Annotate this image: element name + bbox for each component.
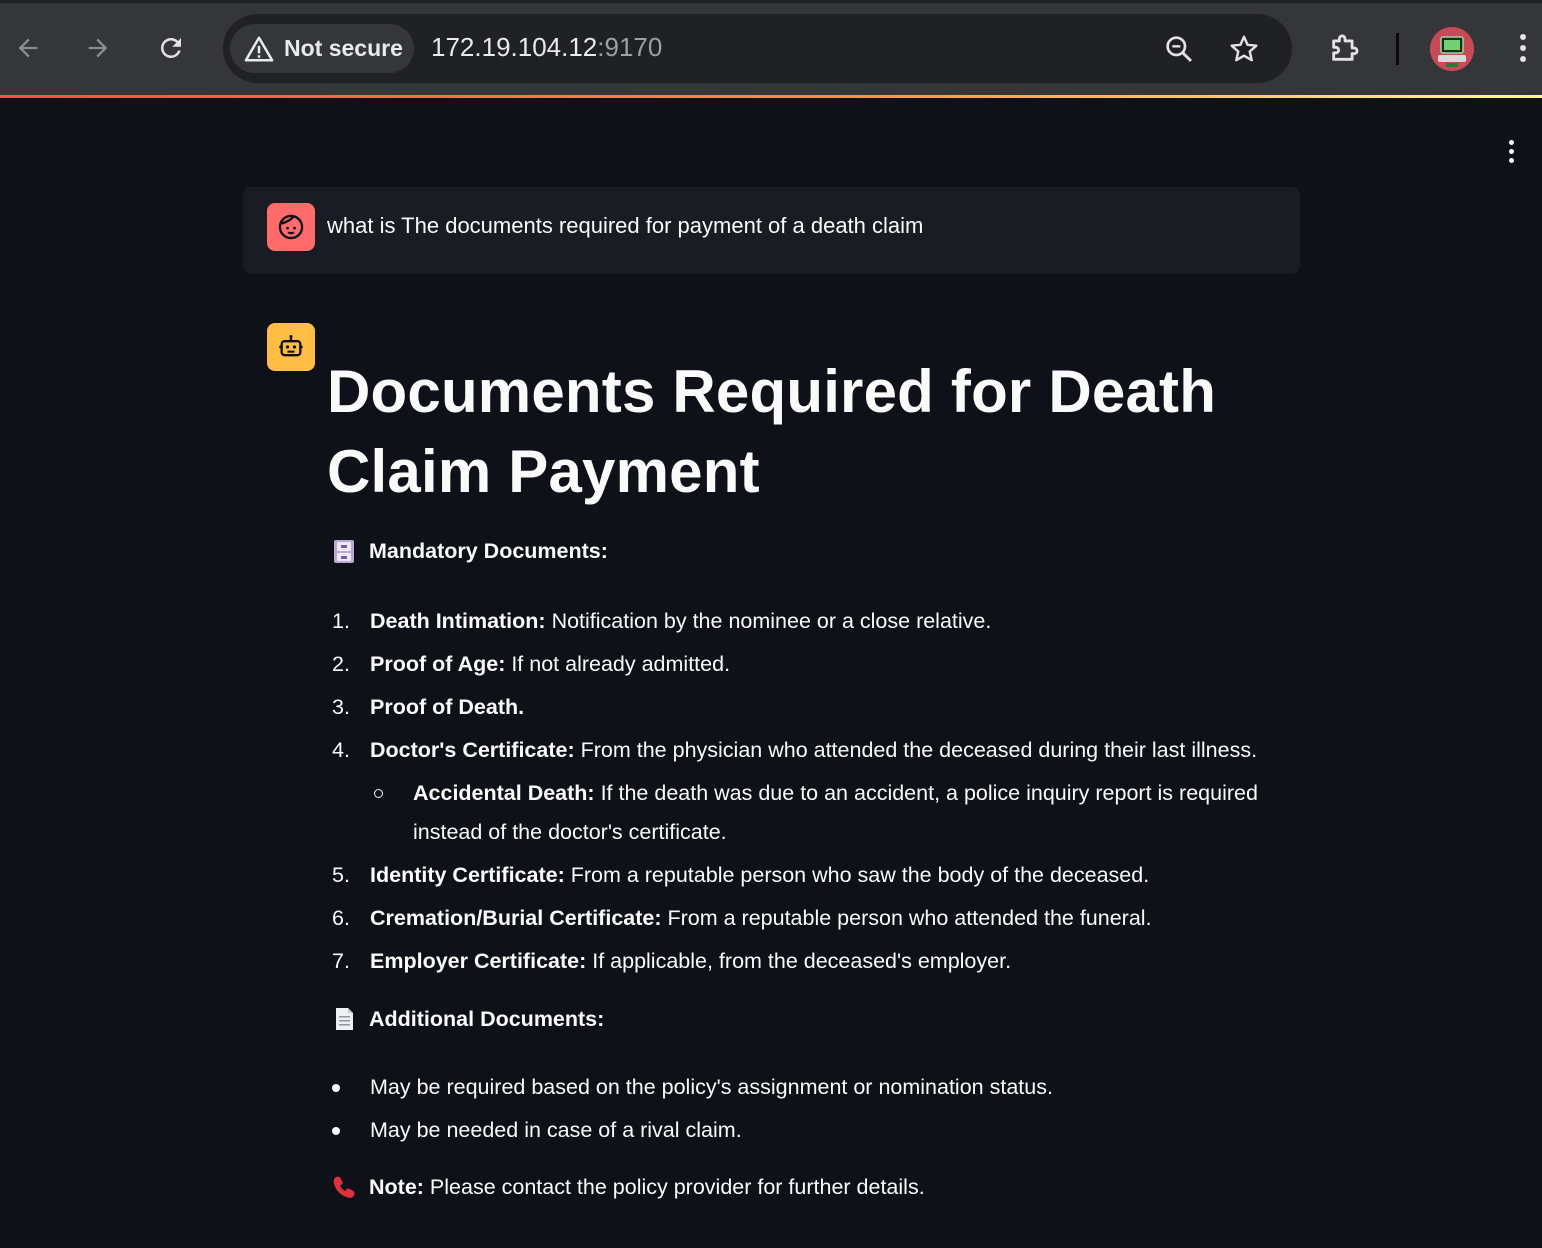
item-text: From the physician who attended the dece…	[574, 738, 1258, 762]
warning-triangle-icon	[244, 36, 274, 61]
reload-button[interactable]	[151, 28, 191, 68]
puzzle-icon	[1332, 34, 1359, 61]
user-message-text: what is The documents required for payme…	[327, 213, 924, 238]
item-label: Death Intimation:	[370, 609, 546, 633]
arrow-left-icon	[18, 38, 38, 58]
list-number: 7.	[332, 949, 350, 973]
item-label: Doctor's Certificate:	[370, 738, 575, 762]
menu-dot-icon	[1508, 157, 1514, 163]
item-text: Notification by the nominee or a close r…	[545, 609, 992, 633]
list-item: 5. Identity Certificate: From a reputabl…	[327, 856, 1297, 895]
item-label: Cremation/Burial Certificate:	[370, 906, 662, 930]
security-label: Not secure	[284, 35, 403, 61]
arrow-right-icon	[88, 38, 108, 58]
toolbar-divider	[1396, 33, 1399, 65]
note-text: Please contact the policy provider for f…	[423, 1174, 925, 1199]
item-text: If applicable, from the deceased's emplo…	[586, 949, 1012, 973]
page-facing-up-emoji	[336, 1008, 353, 1030]
sub-list-item: Accidental Death: If the death was due t…	[327, 774, 1293, 852]
url-port: :9170	[597, 32, 663, 62]
kebab-menu-icon	[1520, 34, 1526, 62]
item-text: May be needed in case of a rival claim.	[370, 1118, 742, 1142]
browser-menu-button[interactable]	[1503, 28, 1542, 68]
list-item: May be needed in case of a rival claim.	[327, 1111, 1297, 1150]
profile-picture-icon	[1430, 27, 1474, 71]
bookmark-button[interactable]	[1226, 31, 1262, 67]
assistant-chat-message: Documents Required for Death Claim Payme…	[327, 352, 1297, 1199]
address-bar[interactable]: Not secure 172.19.104.12:9170	[223, 14, 1292, 83]
mandatory-heading-text: Mandatory Documents:	[369, 538, 608, 563]
list-number: 6.	[332, 906, 350, 930]
list-number: 4.	[332, 738, 350, 762]
list-item: 2. Proof of Age: If not already admitted…	[327, 645, 1297, 684]
assistant-avatar	[267, 323, 315, 371]
item-label: Identity Certificate:	[370, 863, 565, 887]
list-item: 6. Cremation/Burial Certificate: From a …	[327, 899, 1297, 938]
bullet	[332, 1084, 340, 1092]
list-item: 3. Proof of Death.	[327, 688, 1297, 727]
list-number: 2.	[332, 652, 350, 676]
note-label: Note:	[369, 1174, 424, 1199]
item-text: From a reputable person who attended the…	[661, 906, 1152, 930]
forward-button[interactable]	[78, 28, 118, 68]
bullet	[332, 1127, 340, 1135]
additional-documents-list: May be required based on the policy's as…	[327, 1068, 1297, 1150]
list-number: 3.	[332, 695, 350, 719]
sub-bullet	[374, 789, 383, 798]
sub-item-label: Accidental Death:	[413, 781, 595, 805]
item-label: Employer Certificate:	[370, 949, 587, 973]
additional-heading-text: Additional Documents:	[369, 1006, 605, 1031]
list-item: May be required based on the policy's as…	[327, 1068, 1297, 1107]
star-icon	[1230, 35, 1258, 62]
url-text[interactable]: 172.19.104.12:9170	[431, 32, 662, 63]
mandatory-documents-list: 1. Death Intimation: Notification by the…	[327, 602, 1297, 981]
list-number: 1.	[332, 609, 350, 633]
tab-strip-edge	[0, 0, 1542, 3]
list-number: 5.	[332, 863, 350, 887]
list-item: 4. Doctor's Certificate: From the physic…	[327, 731, 1297, 770]
item-label: Proof of Death.	[370, 695, 525, 719]
robot-icon	[279, 334, 303, 357]
user-chat-message: what is The documents required for payme…	[243, 187, 1300, 274]
item-text: May be required based on the policy's as…	[370, 1075, 1053, 1099]
zoom-icon	[1166, 36, 1193, 63]
telephone-receiver-emoji	[333, 1176, 355, 1198]
site-info-chip[interactable]: Not secure	[230, 24, 414, 73]
menu-dot-icon	[1508, 139, 1514, 145]
profile-avatar[interactable]	[1430, 27, 1474, 71]
note-paragraph: Note: Please contact the policy provider…	[331, 1174, 925, 1200]
face-icon	[278, 214, 304, 240]
list-item: 7. Employer Certificate: If applicable, …	[327, 942, 1297, 981]
list-item: 1. Death Intimation: Notification by the…	[327, 602, 1297, 641]
browser-toolbar: Not secure 172.19.104.12:9170	[0, 0, 1542, 98]
zoom-button[interactable]	[1161, 31, 1197, 67]
item-label: Proof of Age:	[370, 652, 506, 676]
item-text: From a reputable person who saw the body…	[564, 863, 1150, 887]
file-cabinet-emoji	[334, 540, 354, 563]
app-main-menu-button[interactable]	[1496, 136, 1526, 166]
url-host: 172.19.104.12	[431, 32, 598, 62]
item-text: If not already admitted.	[505, 652, 731, 676]
answer-title: Documents Required for Death Claim Payme…	[327, 358, 1217, 505]
additional-documents-heading: Additional Documents:	[331, 1006, 604, 1032]
user-avatar	[267, 203, 315, 251]
back-button[interactable]	[8, 28, 48, 68]
reload-icon	[160, 37, 181, 58]
page-accent-line	[0, 95, 1542, 98]
mandatory-documents-heading: Mandatory Documents:	[331, 538, 608, 564]
menu-dot-icon	[1508, 148, 1514, 154]
extensions-button[interactable]	[1325, 28, 1365, 68]
